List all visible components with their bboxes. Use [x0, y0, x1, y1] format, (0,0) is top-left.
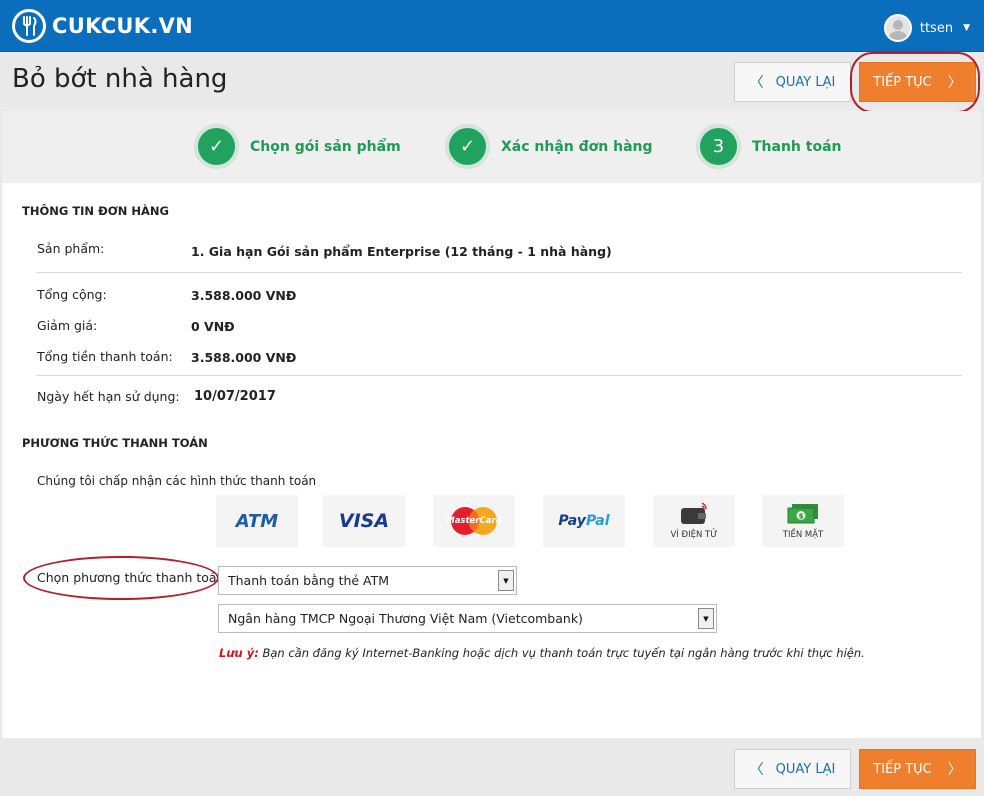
username: ttsen: [919, 20, 954, 36]
wallet-icon: [681, 502, 707, 524]
step-label: Thanh toán: [752, 138, 842, 155]
visa-method[interactable]: VISA: [323, 495, 405, 547]
back-button-top[interactable]: 〈 QUAY LẠI: [734, 62, 851, 102]
expiry-label: Ngày hết hạn sử dụng:: [37, 389, 180, 404]
product-label: Sản phẩm:: [37, 241, 105, 256]
pay-total-value: 3.588.000 VNĐ: [191, 350, 297, 365]
bank-select[interactable]: Ngân hàng TMCP Ngoại Thương Việt Nam (Vi…: [218, 604, 717, 633]
discount-value: 0 VNĐ: [191, 319, 235, 334]
chevron-left-icon: 〈: [749, 75, 764, 91]
step-payment: 3 Thanh toán: [697, 125, 842, 168]
divider: [36, 375, 962, 376]
note-text: Bạn cần đăng ký Internet-Banking hoặc dị…: [258, 646, 865, 660]
payment-method-value: Thanh toán bằng thẻ ATM: [228, 573, 390, 588]
pay-total-label: Tổng tiền thanh toán:: [37, 349, 173, 364]
dropdown-arrow-icon[interactable]: ▼: [698, 608, 714, 629]
cash-caption: TIỀN MẶT: [782, 530, 824, 540]
payment-note: Lưu ý: Bạn cần đăng ký Internet-Banking …: [219, 646, 865, 660]
payment-method-select[interactable]: Thanh toán bằng thẻ ATM ▼: [218, 566, 517, 595]
choose-method-label: Chọn phương thức thanh toán: [37, 570, 225, 585]
payment-method-heading: PHƯƠNG THỨC THANH TOÁN: [22, 436, 208, 450]
chevron-left-icon: 〈: [749, 762, 764, 778]
mastercard-method[interactable]: MasterCard: [433, 495, 515, 547]
step-choose-package: ✓ Chọn gói sản phẩm: [195, 125, 401, 168]
back-button-label: QUAY LẠI: [775, 761, 836, 777]
back-button-label: QUAY LẠI: [775, 74, 836, 90]
step-number: 3: [697, 125, 740, 168]
bank-value: Ngân hàng TMCP Ngoại Thương Việt Nam (Vi…: [228, 611, 583, 626]
brand-name: CUKCUK.VN: [52, 14, 194, 38]
expiry-value: 10/07/2017: [194, 389, 276, 404]
progress-steps: ✓ Chọn gói sản phẩm ✓ Xác nhận đơn hàng …: [2, 111, 981, 183]
main-card: ✓ Chọn gói sản phẩm ✓ Xác nhận đơn hàng …: [2, 111, 981, 738]
check-icon: ✓: [446, 125, 489, 168]
paypal-logo: PayPal: [558, 513, 610, 529]
divider: [36, 272, 962, 273]
back-button-bottom[interactable]: 〈 QUAY LẠI: [734, 749, 851, 789]
order-info-heading: THÔNG TIN ĐƠN HÀNG: [22, 204, 169, 218]
mastercard-text: MasterCard: [446, 516, 502, 526]
top-navbar: CUKCUK.VN ttsen ▼: [0, 0, 984, 52]
step-label: Xác nhận đơn hàng: [501, 138, 653, 155]
next-button-top[interactable]: TIẾP TỤC 〉: [859, 62, 976, 102]
note-prefix: Lưu ý:: [219, 646, 259, 660]
avatar: [883, 14, 912, 42]
atm-method[interactable]: ATM: [216, 495, 298, 547]
step-confirm-order: ✓ Xác nhận đơn hàng: [446, 125, 653, 168]
step-label: Chọn gói sản phẩm: [250, 138, 401, 155]
ewallet-caption: VÍ ĐIỆN TỬ: [670, 530, 718, 540]
discount-label: Giảm giá:: [37, 318, 98, 333]
brand-logo[interactable]: CUKCUK.VN: [12, 9, 193, 43]
product-value: 1. Gia hạn Gói sản phẩm Enterprise (12 t…: [191, 244, 612, 259]
title-bar: Bỏ bớt nhà hàng 〈 QUAY LẠI TIẾP TỤC 〉: [0, 52, 984, 111]
cash-icon: $: [787, 504, 818, 524]
ewallet-method[interactable]: VÍ ĐIỆN TỬ: [653, 495, 735, 547]
accepted-methods-text: Chúng tôi chấp nhận các hình thức thanh …: [37, 474, 317, 488]
atm-logo: ATM: [235, 510, 279, 532]
total-value: 3.588.000 VNĐ: [191, 288, 297, 303]
dropdown-arrow-icon[interactable]: ▼: [498, 570, 514, 591]
fork-spoon-icon: [12, 9, 46, 43]
chevron-right-icon: 〉: [947, 75, 962, 91]
user-menu[interactable]: ttsen ▼: [883, 14, 970, 42]
visa-logo: VISA: [338, 510, 390, 532]
cash-method[interactable]: $ TIỀN MẶT: [762, 495, 844, 547]
caret-down-icon: ▼: [963, 23, 970, 33]
check-icon: ✓: [195, 125, 238, 168]
next-button-bottom[interactable]: TIẾP TỤC 〉: [859, 749, 976, 789]
chevron-right-icon: 〉: [947, 762, 962, 778]
footer-bar: 〈 QUAY LẠI TIẾP TỤC 〉: [0, 738, 984, 796]
page-title: Bỏ bớt nhà hàng: [12, 64, 228, 94]
next-button-label: TIẾP TỤC: [873, 74, 932, 90]
next-button-label: TIẾP TỤC: [873, 761, 932, 777]
total-label: Tổng cộng:: [37, 287, 107, 302]
svg-text:$: $: [799, 513, 804, 521]
paypal-method[interactable]: PayPal: [543, 495, 625, 547]
